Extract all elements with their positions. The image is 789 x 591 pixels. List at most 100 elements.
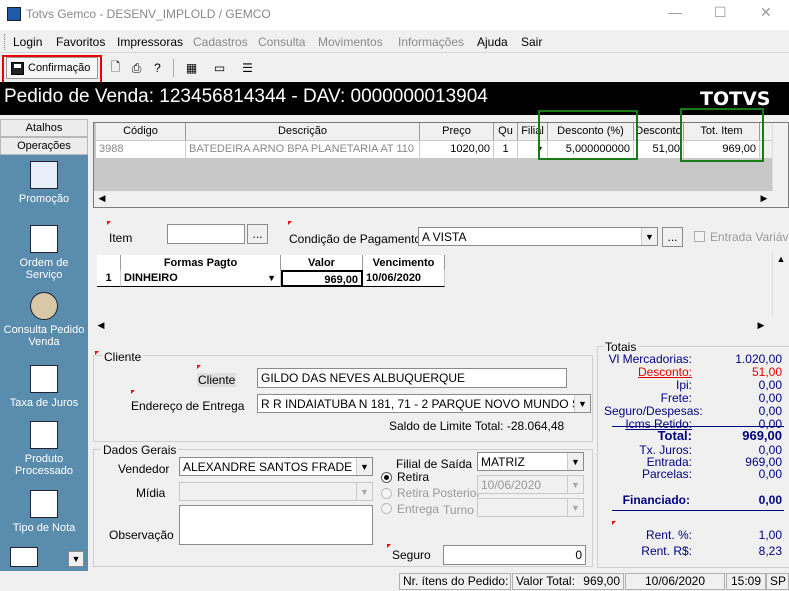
nav-scroll-down-button[interactable]: ▼: [68, 551, 84, 567]
nav-item-more[interactable]: [10, 547, 38, 567]
menu-consulta[interactable]: Consulta: [258, 35, 305, 49]
menu-informacoes[interactable]: Informações: [398, 35, 464, 49]
card-icon[interactable]: ▭: [210, 57, 229, 79]
list-icon[interactable]: ☰: [238, 57, 257, 79]
cell-descricao[interactable]: BATEDEIRA ARNO BPA PLANETARIA AT 110: [186, 141, 420, 158]
item-input[interactable]: [167, 224, 245, 244]
pay-cell-valor[interactable]: 969,00: [281, 270, 363, 287]
pay-cell-vencimento[interactable]: 10/06/2020: [363, 270, 445, 287]
print-icon[interactable]: ⎙: [127, 57, 146, 79]
nav-item-label: Produto Processado: [14, 453, 74, 477]
scroll-right-icon[interactable]: ▶: [753, 320, 769, 331]
toolbar-separator: [173, 59, 174, 77]
nav-item-label: Taxa de Juros: [9, 397, 79, 409]
seguro-input[interactable]: 0: [443, 545, 586, 565]
title-bar: Totvs Gemco - DESENV_IMPLOLD / GEMCO — ☐…: [0, 0, 789, 30]
required-marker: [387, 544, 391, 548]
retira-radio[interactable]: [381, 472, 392, 483]
nav-item-tipo-nota[interactable]: Tipo de Nota: [0, 490, 88, 534]
totais-divider: [612, 426, 784, 427]
data-select[interactable]: 10/06/2020 ▼: [477, 475, 584, 494]
tab-operacoes[interactable]: Operações: [0, 137, 88, 155]
totais-row-value: 51,00: [751, 365, 782, 379]
data-value: 10/06/2020: [481, 478, 542, 492]
vendedor-label: Vendedor: [118, 462, 170, 476]
cell-desconto[interactable]: 51,00: [634, 141, 684, 158]
scroll-right-icon[interactable]: ▶: [756, 193, 772, 204]
total-label: Total:: [657, 428, 692, 443]
chevron-down-icon[interactable]: ▼: [356, 458, 372, 475]
scroll-left-icon[interactable]: ◀: [94, 193, 110, 204]
chevron-down-icon[interactable]: ▼: [641, 228, 657, 245]
retira-posterior-radio[interactable]: [381, 488, 392, 499]
cliente-input[interactable]: GILDO DAS NEVES ALBUQUERQUE: [257, 368, 567, 388]
totais-row-value: 1.020,00: [735, 352, 782, 366]
col-preco[interactable]: Preço: [420, 123, 494, 140]
midia-select[interactable]: ▼: [179, 482, 373, 501]
nav-item-promocao[interactable]: Promoção: [0, 161, 88, 205]
menu-bar: Login Favoritos Impressoras Cadastros Co…: [0, 30, 789, 53]
chevron-down-icon[interactable]: ▼: [567, 453, 583, 470]
observacao-textarea[interactable]: [179, 505, 373, 545]
items-vscroll[interactable]: [772, 123, 788, 191]
col-descricao[interactable]: Descrição: [186, 123, 420, 140]
entrada-variavel-label: Entrada Variável: [710, 230, 789, 244]
chevron-down-icon[interactable]: ▼: [567, 499, 583, 516]
chevron-down-icon[interactable]: ▼: [356, 483, 372, 500]
menu-impressoras[interactable]: Impressoras: [117, 35, 183, 49]
cell-codigo[interactable]: 3988: [96, 141, 186, 158]
nav-item-label: Tipo de Nota: [12, 522, 76, 534]
turno-select[interactable]: ▼: [477, 498, 584, 517]
document-icon: [30, 225, 58, 253]
close-button[interactable]: ✕: [760, 4, 772, 21]
new-document-icon[interactable]: 🗋: [106, 57, 125, 79]
totais-row-label: Parcelas:: [641, 467, 692, 481]
tab-atalhos[interactable]: Atalhos: [0, 119, 88, 137]
nav-item-ordem-servico[interactable]: Ordem de Serviço: [0, 225, 88, 281]
filial-saida-select[interactable]: MATRIZ ▼: [477, 452, 584, 471]
calendar-icon[interactable]: ▦: [182, 57, 201, 79]
entrega-radio[interactable]: [381, 503, 392, 514]
menu-ajuda[interactable]: Ajuda: [477, 35, 508, 49]
condicao-lookup-button[interactable]: ...: [662, 227, 683, 247]
scroll-up-icon[interactable]: ▲: [773, 254, 789, 264]
cell-qtd[interactable]: 1: [494, 141, 518, 158]
nav-item-consulta-pedido[interactable]: Consulta Pedido Venda: [0, 292, 88, 348]
maximize-button[interactable]: ☐: [714, 4, 727, 21]
scroll-left-icon[interactable]: ◀: [93, 320, 109, 331]
cell-preco[interactable]: 1020,00: [420, 141, 494, 158]
col-qu[interactable]: Qu: [494, 123, 518, 140]
payment-vscroll[interactable]: ▲: [772, 252, 788, 316]
cliente-group-title: Cliente: [102, 350, 144, 364]
financiado-value: 0,00: [758, 493, 782, 507]
menu-cadastros[interactable]: Cadastros: [193, 35, 248, 49]
nav-item-produto-processado[interactable]: Produto Processado: [0, 421, 88, 477]
menu-movimentos[interactable]: Movimentos: [318, 35, 383, 49]
pay-cell-forma[interactable]: DINHEIRO ▼: [121, 270, 281, 287]
col-desconto[interactable]: Desconto: [634, 123, 684, 140]
endereco-select[interactable]: R R INDAIATUBA N 181, 71 - 2 PARQUE NOVO…: [257, 394, 591, 413]
chevron-down-icon[interactable]: ▼: [567, 476, 583, 493]
menu-login[interactable]: Login: [13, 35, 42, 49]
menu-favoritos[interactable]: Favoritos: [56, 35, 105, 49]
midia-label: Mídia: [136, 486, 166, 500]
nav-item-taxa-juros[interactable]: Taxa de Juros: [0, 365, 88, 409]
condicao-pagamento-select[interactable]: A VISTA ▼: [418, 227, 658, 246]
help-icon[interactable]: ?: [148, 57, 167, 79]
retira-posterior-label: Retira Posterior: [397, 486, 481, 500]
items-hscroll[interactable]: ◀ ▶: [94, 191, 788, 207]
payment-hscroll[interactable]: ◀ ▶: [93, 318, 773, 334]
chevron-down-icon[interactable]: ▼: [267, 270, 276, 286]
menu-sair[interactable]: Sair: [521, 35, 542, 49]
endereco-value: R R INDAIATUBA N 181, 71 - 2 PARQUE NOVO…: [261, 397, 591, 411]
item-lookup-button[interactable]: ...: [247, 224, 268, 244]
col-codigo[interactable]: Código: [96, 123, 186, 140]
retira-label: Retira: [397, 470, 430, 484]
vendedor-select[interactable]: ALEXANDRE SANTOS FRADE ▼: [179, 457, 373, 476]
window-title: Totvs Gemco - DESENV_IMPLOLD / GEMCO: [26, 7, 271, 21]
condicao-value: A VISTA: [422, 230, 467, 244]
entrada-variavel-checkbox[interactable]: [694, 231, 705, 242]
minimize-button[interactable]: —: [668, 4, 682, 20]
chevron-down-icon[interactable]: ▼: [574, 395, 590, 412]
nav-item-label: Consulta Pedido Venda: [3, 324, 85, 348]
